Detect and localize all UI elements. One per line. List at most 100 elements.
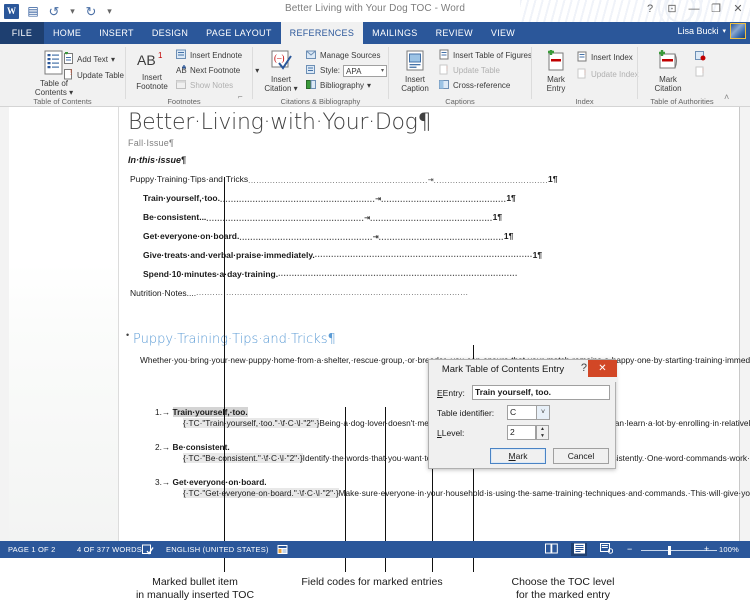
group-label-table-of-contents: Table of Contents xyxy=(33,97,92,106)
update-table-captions-label: Update Table xyxy=(453,66,500,75)
status-page[interactable]: PAGE 1 OF 2 xyxy=(8,545,56,554)
help-icon[interactable]: ? xyxy=(644,2,656,16)
tab-home[interactable]: HOME xyxy=(44,22,90,44)
insert-caption-label-2: Caption xyxy=(401,84,429,93)
toc-entry-2[interactable]: Train·yourself,·too.....................… xyxy=(143,192,608,204)
insert-caption-button[interactable]: Insert Caption xyxy=(393,50,437,93)
level-value: 2 xyxy=(510,427,515,437)
caption-leader-4 xyxy=(432,558,433,572)
proofing-errors-icon[interactable] xyxy=(142,544,154,557)
view-web-layout-button[interactable] xyxy=(598,543,614,556)
add-text-dropdown-icon[interactable]: ▾ xyxy=(111,55,115,64)
account-dropdown-icon[interactable]: ▾ xyxy=(722,27,726,35)
update-table-captions-icon: ! xyxy=(439,64,450,77)
view-print-layout-button[interactable] xyxy=(571,543,587,556)
toc-entry-2-text: Train·yourself,·too. xyxy=(143,193,220,203)
dialog-close-button[interactable]: ✕ xyxy=(588,360,617,377)
svg-text:!: ! xyxy=(702,68,704,75)
table-identifier-dropdown-icon[interactable]: ˅ xyxy=(536,405,550,420)
zoom-in-button[interactable]: + xyxy=(704,544,709,554)
ribbon: Table of Contents ▾ Add Text ▾ ! Update … xyxy=(0,44,750,107)
zoom-out-button[interactable]: − xyxy=(627,544,632,554)
table-of-contents-dropdown-icon[interactable]: ▾ xyxy=(67,88,73,97)
word-window: W ▤ ↺ ▾ ↻ ▾ Better Living with Your Dog … xyxy=(0,0,750,615)
insert-table-of-authorities-button[interactable] xyxy=(695,50,706,61)
close-icon[interactable]: ✕ xyxy=(732,2,744,16)
zoom-level[interactable]: 100% xyxy=(719,545,739,554)
tab-page-layout[interactable]: PAGE LAYOUT xyxy=(197,22,280,44)
group-label-citations: Citations & Bibliography xyxy=(280,97,361,106)
update-index-label: Update Index xyxy=(591,70,639,79)
section-heading: Puppy·Training·Tips·and·Tricks¶ xyxy=(133,332,336,347)
tab-review[interactable]: REVIEW xyxy=(427,22,482,44)
collapse-ribbon-icon[interactable]: ˄ xyxy=(724,92,729,102)
level-spinner-up-icon[interactable]: ▲ xyxy=(537,426,548,433)
status-words[interactable]: 4 OF 377 WORDS xyxy=(77,545,142,554)
tab-insert[interactable]: INSERT xyxy=(90,22,143,44)
style-control[interactable]: Style: APA ▾ xyxy=(306,64,388,77)
view-read-mode-button[interactable] xyxy=(543,543,559,556)
tab-mailings[interactable]: MAILINGS xyxy=(363,22,426,44)
toc-entry-5-page: 1¶ xyxy=(532,250,543,260)
manage-sources-button[interactable]: Manage Sources xyxy=(306,49,380,62)
mark-button[interactable]: Mark xyxy=(490,448,546,464)
insert-citation-dropdown-icon[interactable]: ▾ xyxy=(291,84,298,93)
toc-entry-6[interactable]: Spend·10·minutes·a·day·training.........… xyxy=(143,268,608,280)
zoom-slider-thumb[interactable] xyxy=(668,546,671,555)
entry-input[interactable]: Train yourself, too. xyxy=(472,385,610,400)
toc-entry-2-page: 1¶ xyxy=(506,193,516,203)
caption-leader-1 xyxy=(224,558,225,572)
toc-entry-1[interactable]: Puppy·Training·Tips·and·Tricks..........… xyxy=(130,173,608,185)
tab-file[interactable]: FILE xyxy=(0,22,44,44)
insert-index-button[interactable]: Insert Index xyxy=(577,51,633,64)
mark-toc-entry-dialog[interactable]: Mark Table of Contents Entry ? ✕ EEntry:… xyxy=(428,359,617,469)
level-spinner-down-icon[interactable]: ▼ xyxy=(537,433,548,440)
insert-endnote-icon xyxy=(176,49,187,62)
insert-citation-button[interactable]: (–) Insert Citation ▾ xyxy=(257,50,305,93)
toc-entry-4[interactable]: Get·everyone·on·board...................… xyxy=(143,230,608,242)
toc-entry-5[interactable]: Give·treats·and·verbal·praise·immediatel… xyxy=(143,249,608,261)
ribbon-display-options-icon[interactable]: ⊡ xyxy=(666,2,678,16)
style-dropdown-icon[interactable]: ▾ xyxy=(381,66,384,77)
table-identifier-value: C xyxy=(510,407,517,417)
minimize-icon[interactable]: ― xyxy=(688,2,700,16)
document-subtitle: Fall·Issue¶ xyxy=(128,138,175,148)
status-language[interactable]: ENGLISH (UNITED STATES) xyxy=(166,545,269,554)
entry-label: EEntry: xyxy=(437,388,465,398)
insert-endnote-button[interactable]: Insert Endnote xyxy=(176,49,242,62)
bibliography-button[interactable]: Bibliography ▾ xyxy=(306,79,371,92)
group-label-index: Index xyxy=(575,97,594,106)
tab-references[interactable]: REFERENCES xyxy=(280,22,364,44)
window-buttons[interactable]: ? ⊡ ― ❐ ✕ xyxy=(644,2,744,16)
next-footnote-button[interactable]: AB Next Footnote ▾ xyxy=(176,64,259,77)
mark-citation-button[interactable]: Mark Citation xyxy=(646,50,690,93)
ribbon-group-citations: (–) Insert Citation ▾ Manage Sources Sty… xyxy=(253,44,388,107)
document-area[interactable]: Better·Living·with·Your·Dog¶ Fall·Issue¶… xyxy=(0,107,750,541)
toc-entry-3-page: 1¶ xyxy=(492,212,503,222)
macro-recording-icon[interactable] xyxy=(277,544,288,557)
toc-entry-3-text: Be·consistent... xyxy=(143,212,207,222)
callout-line-1 xyxy=(224,177,225,541)
bibliography-dropdown-icon[interactable]: ▾ xyxy=(367,81,371,90)
insert-table-of-figures-button[interactable]: Insert Table of Figures xyxy=(439,49,532,62)
restore-icon[interactable]: ❐ xyxy=(710,2,722,16)
account-area[interactable]: Lisa Bucki ▾ xyxy=(677,23,746,39)
insert-footnote-button[interactable]: AB 1 Insert Footnote xyxy=(130,50,174,91)
tab-design[interactable]: DESIGN xyxy=(143,22,197,44)
tab-view[interactable]: VIEW xyxy=(482,22,524,44)
mark-entry-button[interactable]: Mark Entry xyxy=(536,49,576,93)
add-text-button[interactable]: Add Text ▾ xyxy=(63,51,115,66)
avatar[interactable] xyxy=(730,23,746,39)
list-item-2-marked-text: Be·consistent. xyxy=(172,442,230,452)
cross-reference-button[interactable]: Cross-reference xyxy=(439,79,510,92)
update-table-toc-button[interactable]: ! Update Table xyxy=(63,68,124,82)
style-select[interactable]: APA ▾ xyxy=(343,64,388,77)
toc-entry-7[interactable]: Nutrition·Notes.........................… xyxy=(130,287,608,299)
level-spinner[interactable]: ▲ ▼ xyxy=(536,425,549,440)
table-identifier-select[interactable]: C ˅ xyxy=(507,405,550,420)
toc-entry-3[interactable]: Be·consistent...........................… xyxy=(143,211,608,223)
list-item-3-rest: Make·sure·everyone·in·your·household·is·… xyxy=(338,488,750,499)
dialog-help-icon[interactable]: ? xyxy=(581,362,587,374)
level-input[interactable]: 2 ▲ ▼ xyxy=(507,425,549,440)
cancel-button[interactable]: Cancel xyxy=(553,448,609,464)
